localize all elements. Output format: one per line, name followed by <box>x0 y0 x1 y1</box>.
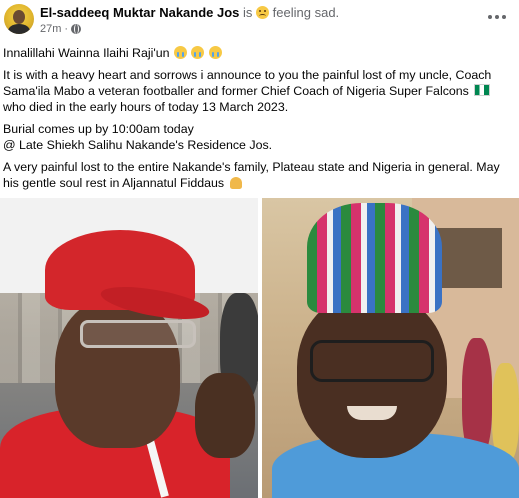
more-dot-icon <box>495 15 499 19</box>
paragraph-text: Innalillahi Wainna Ilaihi Raji'un <box>3 46 170 60</box>
photo-glasses <box>80 320 196 348</box>
avatar-face <box>13 10 25 24</box>
paragraph-text: who died in the early hours of today 13 … <box>3 100 289 114</box>
more-options-button[interactable] <box>485 8 509 26</box>
crying-face-emoji-icon <box>191 46 205 59</box>
paragraph-text: It is with a heavy heart and sorrows i a… <box>3 68 492 98</box>
more-dot-icon <box>502 15 506 19</box>
paragraph-text: Burial comes up by 10:00am today <box>3 122 194 136</box>
more-dot-icon <box>488 15 492 19</box>
avatar-shirt <box>8 24 30 34</box>
photo-background-window <box>432 228 502 288</box>
post-header: El-saddeeq Muktar Nakande Jos is feeling… <box>0 0 519 40</box>
post-body: Innalillahi Wainna Ilaihi Raji'un It is … <box>3 45 515 197</box>
photo-hand <box>195 373 255 458</box>
meta-separator: · <box>64 23 69 35</box>
post-timestamp[interactable]: 27m <box>40 23 61 35</box>
crying-face-emoji-icon <box>208 46 222 59</box>
post-paragraph-3: Burial comes up by 10:00am today @ Late … <box>3 121 515 153</box>
sad-face-emoji-icon <box>256 6 270 19</box>
author-name[interactable]: El-saddeeq Muktar Nakande Jos <box>40 5 239 20</box>
post-meta: 27m · <box>40 23 82 35</box>
photo-left[interactable] <box>0 198 258 498</box>
feeling-prefix: is <box>243 5 253 20</box>
feeling-text: feeling sad. <box>272 5 340 20</box>
paragraph-text: @ Late Shiekh Salihu Nakande's Residence… <box>3 138 273 152</box>
photo-embroidered-cap <box>307 203 442 313</box>
folded-hands-emoji-icon <box>229 177 242 189</box>
author-avatar[interactable] <box>4 4 34 34</box>
post-paragraph-1: Innalillahi Wainna Ilaihi Raji'un <box>3 45 515 61</box>
post-paragraph-2: It is with a heavy heart and sorrows i a… <box>3 67 515 115</box>
nigeria-flag-icon <box>474 84 491 96</box>
photo-smile <box>347 406 397 420</box>
post-paragraph-4: A very painful lost to the entire Nakand… <box>3 159 515 191</box>
photo-glasses <box>310 340 434 382</box>
author-line: El-saddeeq Muktar Nakande Jos is feeling… <box>40 5 339 20</box>
post-photos <box>0 198 519 498</box>
photo-right[interactable] <box>262 198 519 498</box>
paragraph-text: A very painful lost to the entire Nakand… <box>3 160 500 190</box>
globe-icon[interactable] <box>71 24 82 34</box>
crying-face-emoji-icon <box>173 46 187 59</box>
